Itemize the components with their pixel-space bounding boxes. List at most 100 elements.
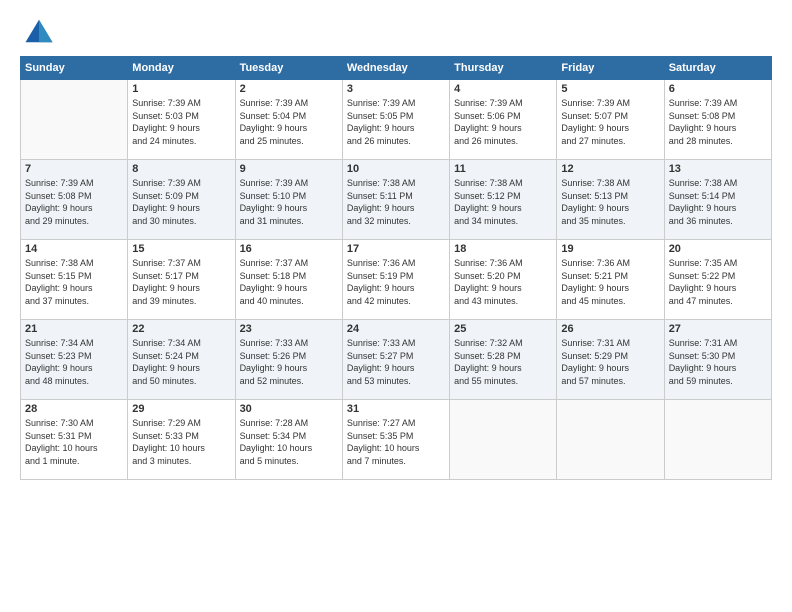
calendar-cell: 30 Sunrise: 7:28 AMSunset: 5:34 PMDayligh… bbox=[235, 400, 342, 480]
calendar-cell: 31 Sunrise: 7:27 AMSunset: 5:35 PMDayligh… bbox=[342, 400, 449, 480]
day-info: Sunrise: 7:39 AMSunset: 5:06 PMDaylight:… bbox=[454, 97, 552, 147]
calendar-cell bbox=[450, 400, 557, 480]
day-info: Sunrise: 7:31 AMSunset: 5:29 PMDaylight:… bbox=[561, 337, 659, 387]
calendar-cell bbox=[557, 400, 664, 480]
day-info: Sunrise: 7:39 AMSunset: 5:03 PMDaylight:… bbox=[132, 97, 230, 147]
weekday-header-row: SundayMondayTuesdayWednesdayThursdayFrid… bbox=[21, 57, 772, 80]
day-number: 17 bbox=[347, 243, 445, 255]
calendar-cell: 14 Sunrise: 7:38 AMSunset: 5:15 PMDayligh… bbox=[21, 240, 128, 320]
calendar-cell: 11Sunrise: 7:38 AMSunset: 5:12 PMDayligh… bbox=[450, 160, 557, 240]
day-number: 26 bbox=[561, 323, 659, 335]
day-info: Sunrise: 7:39 AMSunset: 5:10 PMDaylight:… bbox=[240, 177, 338, 227]
day-number: 22 bbox=[132, 323, 230, 335]
day-info: Sunrise: 7:37 AMSunset: 5:17 PMDaylight:… bbox=[132, 257, 230, 307]
day-info: Sunrise: 7:33 AMSunset: 5:26 PMDaylight:… bbox=[240, 337, 338, 387]
calendar-cell bbox=[664, 400, 771, 480]
day-number: 9 bbox=[240, 163, 338, 175]
calendar-cell: 29 Sunrise: 7:29 AMSunset: 5:33 PMDayligh… bbox=[128, 400, 235, 480]
day-number: 28 bbox=[25, 403, 123, 415]
day-number: 7 bbox=[25, 163, 123, 175]
day-number: 2 bbox=[240, 83, 338, 95]
calendar-cell: 23 Sunrise: 7:33 AMSunset: 5:26 PMDayligh… bbox=[235, 320, 342, 400]
calendar-cell: 21 Sunrise: 7:34 AMSunset: 5:23 PMDayligh… bbox=[21, 320, 128, 400]
weekday-header-tuesday: Tuesday bbox=[235, 57, 342, 80]
day-info: Sunrise: 7:39 AMSunset: 5:09 PMDaylight:… bbox=[132, 177, 230, 227]
day-number: 16 bbox=[240, 243, 338, 255]
day-number: 15 bbox=[132, 243, 230, 255]
calendar-cell: 15 Sunrise: 7:37 AMSunset: 5:17 PMDayligh… bbox=[128, 240, 235, 320]
calendar-cell: 1 Sunrise: 7:39 AMSunset: 5:03 PMDaylight… bbox=[128, 80, 235, 160]
day-number: 27 bbox=[669, 323, 767, 335]
day-info: Sunrise: 7:39 AMSunset: 5:07 PMDaylight:… bbox=[561, 97, 659, 147]
day-number: 5 bbox=[561, 83, 659, 95]
day-info: Sunrise: 7:39 AMSunset: 5:04 PMDaylight:… bbox=[240, 97, 338, 147]
day-info: Sunrise: 7:38 AMSunset: 5:11 PMDaylight:… bbox=[347, 177, 445, 227]
day-number: 31 bbox=[347, 403, 445, 415]
logo bbox=[20, 16, 54, 46]
calendar-cell: 17 Sunrise: 7:36 AMSunset: 5:19 PMDayligh… bbox=[342, 240, 449, 320]
calendar-cell: 7 Sunrise: 7:39 AMSunset: 5:08 PMDaylight… bbox=[21, 160, 128, 240]
calendar-cell: 24 Sunrise: 7:33 AMSunset: 5:27 PMDayligh… bbox=[342, 320, 449, 400]
day-info: Sunrise: 7:39 AMSunset: 5:08 PMDaylight:… bbox=[25, 177, 123, 227]
day-info: Sunrise: 7:38 AMSunset: 5:13 PMDaylight:… bbox=[561, 177, 659, 227]
day-number: 29 bbox=[132, 403, 230, 415]
day-number: 30 bbox=[240, 403, 338, 415]
weekday-header-saturday: Saturday bbox=[664, 57, 771, 80]
day-number: 8 bbox=[132, 163, 230, 175]
calendar-cell: 20Sunrise: 7:35 AMSunset: 5:22 PMDayligh… bbox=[664, 240, 771, 320]
day-info: Sunrise: 7:39 AMSunset: 5:08 PMDaylight:… bbox=[669, 97, 767, 147]
calendar-cell: 16 Sunrise: 7:37 AMSunset: 5:18 PMDayligh… bbox=[235, 240, 342, 320]
day-number: 23 bbox=[240, 323, 338, 335]
day-info: Sunrise: 7:33 AMSunset: 5:27 PMDaylight:… bbox=[347, 337, 445, 387]
day-info: Sunrise: 7:29 AMSunset: 5:33 PMDaylight:… bbox=[132, 417, 230, 467]
calendar-cell: 4 Sunrise: 7:39 AMSunset: 5:06 PMDaylight… bbox=[450, 80, 557, 160]
calendar-cell: 3 Sunrise: 7:39 AMSunset: 5:05 PMDaylight… bbox=[342, 80, 449, 160]
day-number: 12 bbox=[561, 163, 659, 175]
day-number: 19 bbox=[561, 243, 659, 255]
day-number: 13 bbox=[669, 163, 767, 175]
calendar-cell: 25 Sunrise: 7:32 AMSunset: 5:28 PMDayligh… bbox=[450, 320, 557, 400]
calendar-cell: 22 Sunrise: 7:34 AMSunset: 5:24 PMDayligh… bbox=[128, 320, 235, 400]
day-info: Sunrise: 7:37 AMSunset: 5:18 PMDaylight:… bbox=[240, 257, 338, 307]
calendar-cell: 8 Sunrise: 7:39 AMSunset: 5:09 PMDaylight… bbox=[128, 160, 235, 240]
day-number: 18 bbox=[454, 243, 552, 255]
day-number: 4 bbox=[454, 83, 552, 95]
calendar: SundayMondayTuesdayWednesdayThursdayFrid… bbox=[20, 56, 772, 480]
day-info: Sunrise: 7:38 AMSunset: 5:14 PMDaylight:… bbox=[669, 177, 767, 227]
day-number: 25 bbox=[454, 323, 552, 335]
weekday-header-friday: Friday bbox=[557, 57, 664, 80]
day-info: Sunrise: 7:27 AMSunset: 5:35 PMDaylight:… bbox=[347, 417, 445, 467]
calendar-cell: 12 Sunrise: 7:38 AMSunset: 5:13 PMDayligh… bbox=[557, 160, 664, 240]
day-number: 14 bbox=[25, 243, 123, 255]
calendar-cell: 19 Sunrise: 7:36 AMSunset: 5:21 PMDayligh… bbox=[557, 240, 664, 320]
header bbox=[20, 16, 772, 46]
weekday-header-wednesday: Wednesday bbox=[342, 57, 449, 80]
day-info: Sunrise: 7:39 AMSunset: 5:05 PMDaylight:… bbox=[347, 97, 445, 147]
day-number: 21 bbox=[25, 323, 123, 335]
day-info: Sunrise: 7:31 AMSunset: 5:30 PMDaylight:… bbox=[669, 337, 767, 387]
logo-icon bbox=[24, 16, 54, 46]
day-number: 10 bbox=[347, 163, 445, 175]
day-info: Sunrise: 7:34 AMSunset: 5:24 PMDaylight:… bbox=[132, 337, 230, 387]
calendar-cell: 27 Sunrise: 7:31 AMSunset: 5:30 PMDayligh… bbox=[664, 320, 771, 400]
day-info: Sunrise: 7:36 AMSunset: 5:20 PMDaylight:… bbox=[454, 257, 552, 307]
day-number: 20 bbox=[669, 243, 767, 255]
calendar-cell: 10 Sunrise: 7:38 AMSunset: 5:11 PMDayligh… bbox=[342, 160, 449, 240]
day-info: Sunrise: 7:34 AMSunset: 5:23 PMDaylight:… bbox=[25, 337, 123, 387]
calendar-cell: 9 Sunrise: 7:39 AMSunset: 5:10 PMDaylight… bbox=[235, 160, 342, 240]
day-number: 24 bbox=[347, 323, 445, 335]
day-info: Sunrise: 7:36 AMSunset: 5:21 PMDaylight:… bbox=[561, 257, 659, 307]
day-info: Sunrise: 7:32 AMSunset: 5:28 PMDaylight:… bbox=[454, 337, 552, 387]
day-info: Sunrise: 7:38 AMSunset: 5:15 PMDaylight:… bbox=[25, 257, 123, 307]
day-number: 3 bbox=[347, 83, 445, 95]
day-info: Sunrise: 7:28 AMSunset: 5:34 PMDaylight:… bbox=[240, 417, 338, 467]
calendar-cell: 5 Sunrise: 7:39 AMSunset: 5:07 PMDaylight… bbox=[557, 80, 664, 160]
weekday-header-thursday: Thursday bbox=[450, 57, 557, 80]
calendar-cell bbox=[21, 80, 128, 160]
calendar-cell: 18 Sunrise: 7:36 AMSunset: 5:20 PMDayligh… bbox=[450, 240, 557, 320]
day-number: 11 bbox=[454, 163, 552, 175]
day-number: 1 bbox=[132, 83, 230, 95]
calendar-cell: 28 Sunrise: 7:30 AMSunset: 5:31 PMDayligh… bbox=[21, 400, 128, 480]
day-info: Sunrise: 7:36 AMSunset: 5:19 PMDaylight:… bbox=[347, 257, 445, 307]
day-info: Sunrise: 7:30 AMSunset: 5:31 PMDaylight:… bbox=[25, 417, 123, 467]
